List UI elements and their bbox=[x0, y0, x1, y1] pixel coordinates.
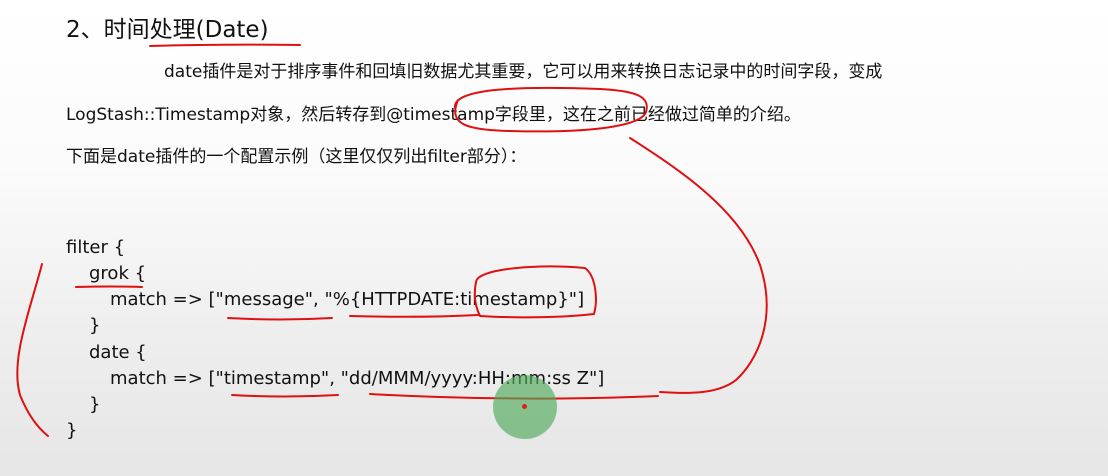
pointer-dot bbox=[522, 404, 527, 409]
httpdate-underline bbox=[349, 314, 479, 318]
code-line-filter-close: } bbox=[66, 420, 78, 441]
message-underline bbox=[227, 317, 333, 321]
code-line-grok-close: } bbox=[89, 315, 101, 336]
section-heading: 2、时间处理(Date) bbox=[66, 17, 269, 43]
paragraph-example-intro: 下面是date插件的一个配置示例（这里仅仅列出filter部分）： bbox=[66, 147, 527, 167]
code-line-grok-match: match => ["message", "%{HTTPDATE:timesta… bbox=[110, 289, 585, 310]
pointer-cursor-highlight bbox=[493, 375, 557, 439]
code-line-filter-open: filter { bbox=[66, 237, 126, 258]
code-line-date-open: date { bbox=[89, 342, 147, 363]
date-timestamp-underline bbox=[231, 394, 339, 398]
paragraph-line-1: date插件是对于排序事件和回填旧数据尤其重要，它可以用来转换日志记录中的时间字… bbox=[164, 62, 883, 82]
left-bracket bbox=[16, 263, 49, 437]
code-line-grok-open: grok { bbox=[89, 263, 147, 284]
connection-curve bbox=[629, 137, 768, 394]
code-line-date-close: } bbox=[89, 394, 101, 415]
paragraph-line-2: LogStash::Timestamp对象，然后转存到@timestamp字段里… bbox=[66, 105, 801, 125]
